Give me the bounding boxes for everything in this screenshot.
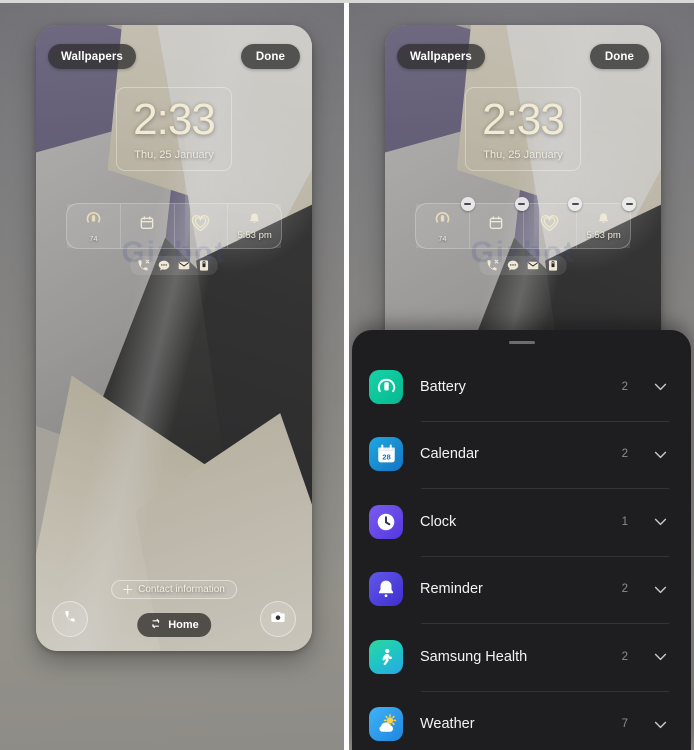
home-label: Home [168, 619, 199, 631]
app-icon [198, 259, 211, 272]
clock-time-left: 2:33 [133, 94, 216, 144]
swap-icon [149, 617, 162, 633]
list-item-label: Clock [420, 513, 457, 530]
list-item-count: 1 [621, 515, 628, 528]
calendar-widget-right[interactable] [469, 197, 529, 248]
clock-date-right: Thu, 25 January [483, 148, 563, 161]
done-button-left[interactable]: Done [240, 44, 300, 69]
calendar-icon: 28 [369, 437, 403, 472]
chevron-down-icon[interactable] [652, 648, 669, 665]
health-widget-right[interactable] [523, 197, 583, 248]
list-item-weather[interactable]: Weather 7 [352, 690, 691, 750]
list-item-label: Calendar [420, 446, 479, 463]
battery-icon [434, 210, 451, 232]
clock-icon [369, 504, 403, 539]
wallpapers-button-right[interactable]: Wallpapers [397, 44, 485, 69]
calendar-widget-left[interactable] [120, 204, 175, 248]
home-button[interactable]: Home [137, 613, 211, 637]
battery-widget-right[interactable]: 74 [416, 197, 475, 248]
panel-divider [344, 0, 349, 750]
battery-widget-value-right: 74 [438, 233, 447, 243]
done-button-right[interactable]: Done [589, 44, 649, 69]
battery-icon [369, 369, 403, 404]
widget-strip-left: 74 5:53 pm [66, 203, 282, 249]
app-icon [547, 259, 560, 272]
message-icon [507, 259, 520, 272]
list-item-battery[interactable]: Battery 2 [352, 353, 691, 421]
contact-information-label: Contact information [138, 584, 225, 595]
left-panel: Gizbot Wallpapers Done 2:33 Thu, 25 Janu… [0, 3, 344, 750]
widget-list: Battery 2 28 Calendar 2 Clock 1 Reminder… [352, 353, 691, 750]
missed-call-icon [138, 259, 151, 272]
clock-time-right: 2:33 [482, 94, 565, 144]
camera-icon [270, 609, 286, 630]
list-item-calendar[interactable]: 28 Calendar 2 [352, 420, 691, 489]
heart-icon [539, 213, 560, 237]
phone-shortcut-button[interactable] [52, 601, 88, 637]
battery-widget-left[interactable]: 74 [67, 204, 121, 248]
battery-icon [85, 210, 102, 232]
list-item-samsung-health[interactable]: Samsung Health 2 [352, 623, 691, 691]
weather-icon [369, 707, 403, 742]
widget-list-bottom-sheet: Battery 2 28 Calendar 2 Clock 1 Reminder… [352, 330, 691, 750]
top-hairline [0, 0, 694, 3]
notification-icon-row-right [479, 256, 567, 275]
list-item-label: Weather [420, 716, 475, 733]
alarm-widget-value-left: 5:53 pm [237, 229, 272, 241]
remove-alarm-widget-button[interactable] [622, 197, 636, 211]
alarm-widget-value-right: 5:53 pm [586, 229, 621, 241]
alarm-widget-left[interactable]: 5:53 pm [228, 204, 281, 248]
health-icon [369, 639, 403, 674]
svg-text:28: 28 [382, 452, 391, 461]
alarm-bell-icon [248, 212, 261, 230]
heart-icon [190, 213, 211, 237]
battery-widget-value-left: 74 [89, 233, 98, 243]
camera-shortcut-button[interactable] [260, 601, 296, 637]
calendar-icon [488, 215, 504, 236]
contact-information-button[interactable]: Contact information [111, 580, 237, 599]
list-item-label: Reminder [420, 581, 483, 598]
list-item-count: 2 [621, 650, 628, 663]
list-item-label: Samsung Health [420, 648, 528, 665]
drag-handle[interactable] [508, 341, 535, 344]
chevron-down-icon[interactable] [652, 513, 669, 530]
clock-widget-right[interactable]: 2:33 Thu, 25 January [465, 87, 581, 171]
bell-icon [369, 572, 403, 607]
phone-mockup-left: Gizbot Wallpapers Done 2:33 Thu, 25 Janu… [36, 25, 312, 651]
chevron-down-icon[interactable] [652, 378, 669, 395]
list-item-label: Battery [420, 378, 466, 395]
clock-date-left: Thu, 25 January [134, 148, 214, 161]
list-item-reminder[interactable]: Reminder 2 [352, 555, 691, 624]
notification-icon-row-left [130, 256, 218, 275]
list-item-count: 2 [621, 448, 628, 461]
phone-icon [63, 609, 78, 629]
clock-widget-left[interactable]: 2:33 Thu, 25 January [116, 87, 232, 171]
wallpapers-button-left[interactable]: Wallpapers [48, 44, 136, 69]
widget-strip-right: 74 5:53 pm [415, 197, 636, 249]
mail-icon [178, 259, 191, 272]
chevron-down-icon[interactable] [652, 446, 669, 463]
screenshot-root: Gizbot Wallpapers Done 2:33 Thu, 25 Janu… [0, 0, 694, 750]
message-icon [158, 259, 171, 272]
alarm-bell-icon [597, 212, 610, 230]
calendar-icon [139, 215, 155, 236]
list-item-count: 2 [621, 380, 628, 393]
list-item-count: 7 [621, 718, 628, 731]
plus-icon [123, 585, 133, 594]
right-panel: Gizbot Wallpapers Done 2:33 Thu, 25 Janu… [349, 3, 694, 750]
alarm-widget-right[interactable]: 5:53 pm [577, 197, 636, 248]
chevron-down-icon[interactable] [652, 716, 669, 733]
mail-icon [527, 259, 540, 272]
health-widget-left[interactable] [174, 204, 229, 248]
missed-call-icon [487, 259, 500, 272]
chevron-down-icon[interactable] [652, 581, 669, 598]
list-item-count: 2 [621, 583, 628, 596]
list-item-clock[interactable]: Clock 1 [352, 488, 691, 556]
